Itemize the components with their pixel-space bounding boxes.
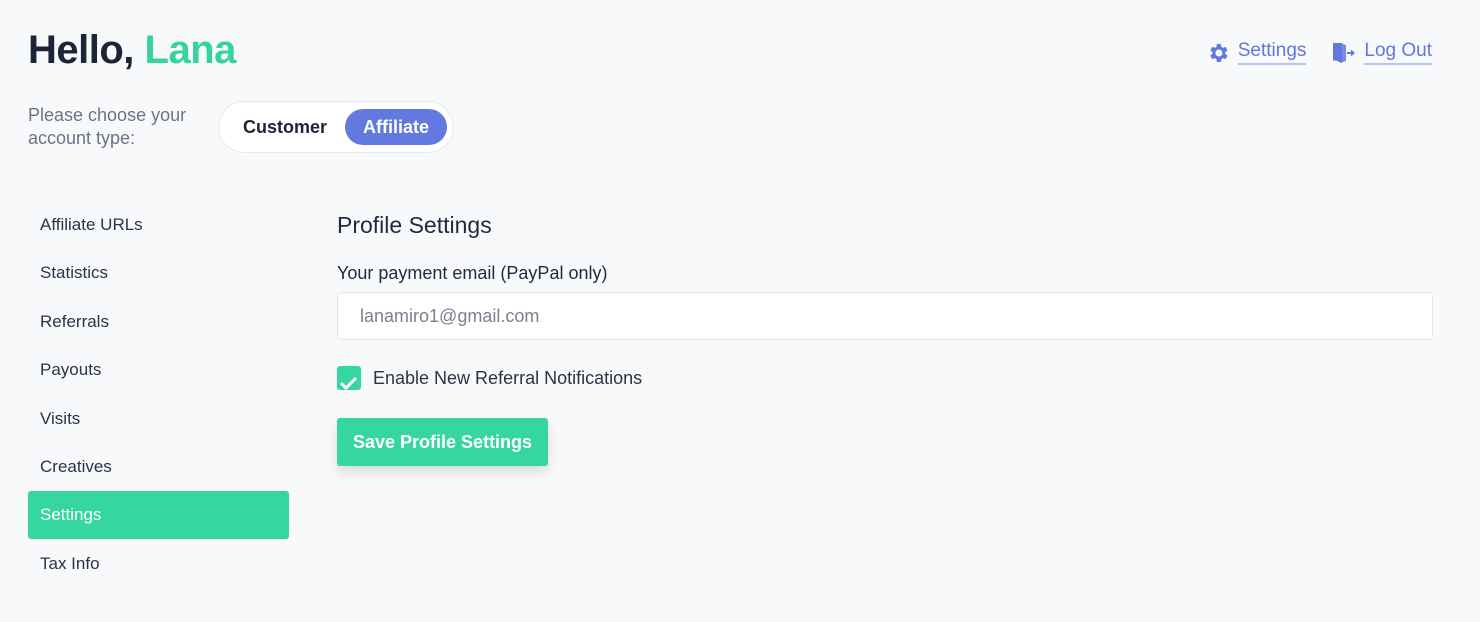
top-links: Settings Log Out (1206, 40, 1432, 65)
section-title: Profile Settings (337, 212, 492, 238)
settings-link[interactable]: Settings (1206, 40, 1307, 65)
profile-settings-panel: Profile Settings Your payment email (Pay… (337, 212, 1433, 466)
payment-email-label: Your payment email (PayPal only) (337, 263, 608, 283)
payment-email-input[interactable] (337, 292, 1433, 340)
sidebar-item-tax-info[interactable]: Tax Info (28, 540, 289, 588)
door-exit-icon (1330, 41, 1356, 65)
sidebar-nav: Affiliate URLs Statistics Referrals Payo… (28, 201, 289, 588)
sidebar-item-statistics[interactable]: Statistics (28, 249, 289, 297)
notifications-label: Enable New Referral Notifications (373, 367, 643, 388)
checkmark-icon (340, 376, 358, 390)
account-type-customer[interactable]: Customer (243, 117, 327, 138)
sidebar-item-visits[interactable]: Visits (28, 395, 289, 443)
user-name: Lana (144, 28, 237, 72)
notifications-option[interactable]: Enable New Referral Notifications (337, 366, 1433, 390)
logout-link[interactable]: Log Out (1330, 40, 1432, 65)
logout-link-label: Log Out (1364, 40, 1432, 65)
sidebar-item-referrals[interactable]: Referrals (28, 298, 289, 346)
sidebar-item-settings[interactable]: Settings (28, 491, 289, 540)
account-type-row: Please choose your account type: Custome… (28, 101, 455, 153)
affiliate-dashboard: Hello, Lana Settings Log Out Please choo… (0, 0, 1480, 622)
gear-icon (1206, 41, 1230, 65)
settings-link-label: Settings (1237, 40, 1307, 65)
account-type-affiliate[interactable]: Affiliate (345, 109, 448, 145)
sidebar-item-payouts[interactable]: Payouts (28, 346, 289, 394)
greeting-heading: Hello, Lana (28, 28, 236, 73)
sidebar-item-creatives[interactable]: Creatives (28, 443, 289, 491)
account-type-toggle: Customer Affiliate (218, 101, 455, 153)
sidebar-item-affiliate-urls[interactable]: Affiliate URLs (28, 201, 289, 249)
notifications-checkbox[interactable] (337, 366, 361, 390)
save-profile-button[interactable]: Save Profile Settings (337, 418, 549, 466)
account-type-label: Please choose your account type: (28, 105, 187, 148)
greeting-prefix: Hello, (28, 28, 134, 72)
